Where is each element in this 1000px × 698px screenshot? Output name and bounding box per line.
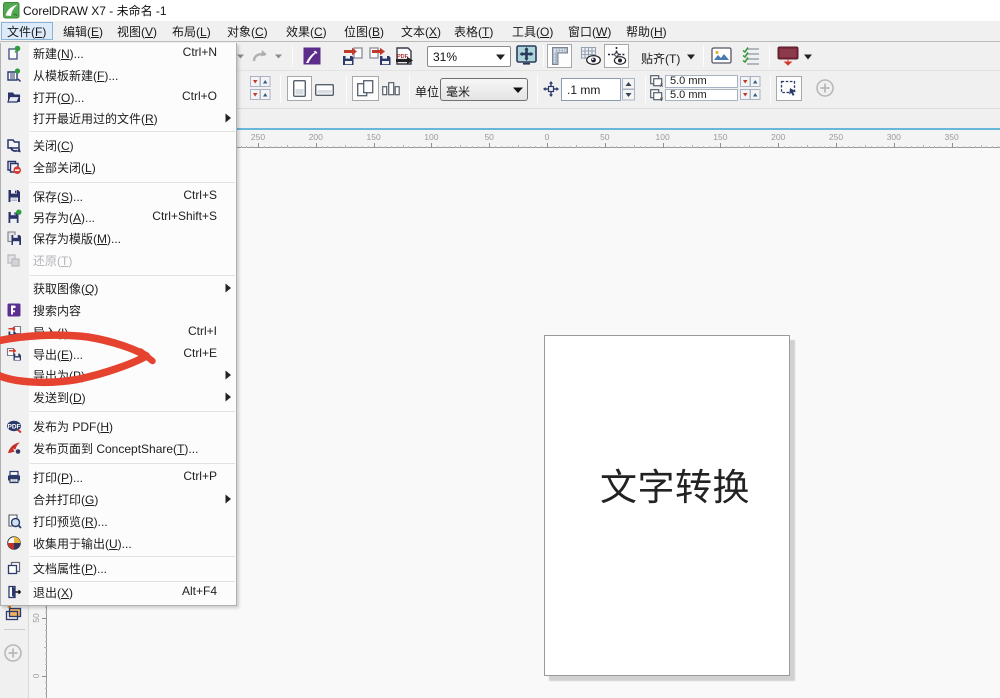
svg-text:x: x <box>660 83 663 87</box>
svg-text:y: y <box>660 97 663 101</box>
